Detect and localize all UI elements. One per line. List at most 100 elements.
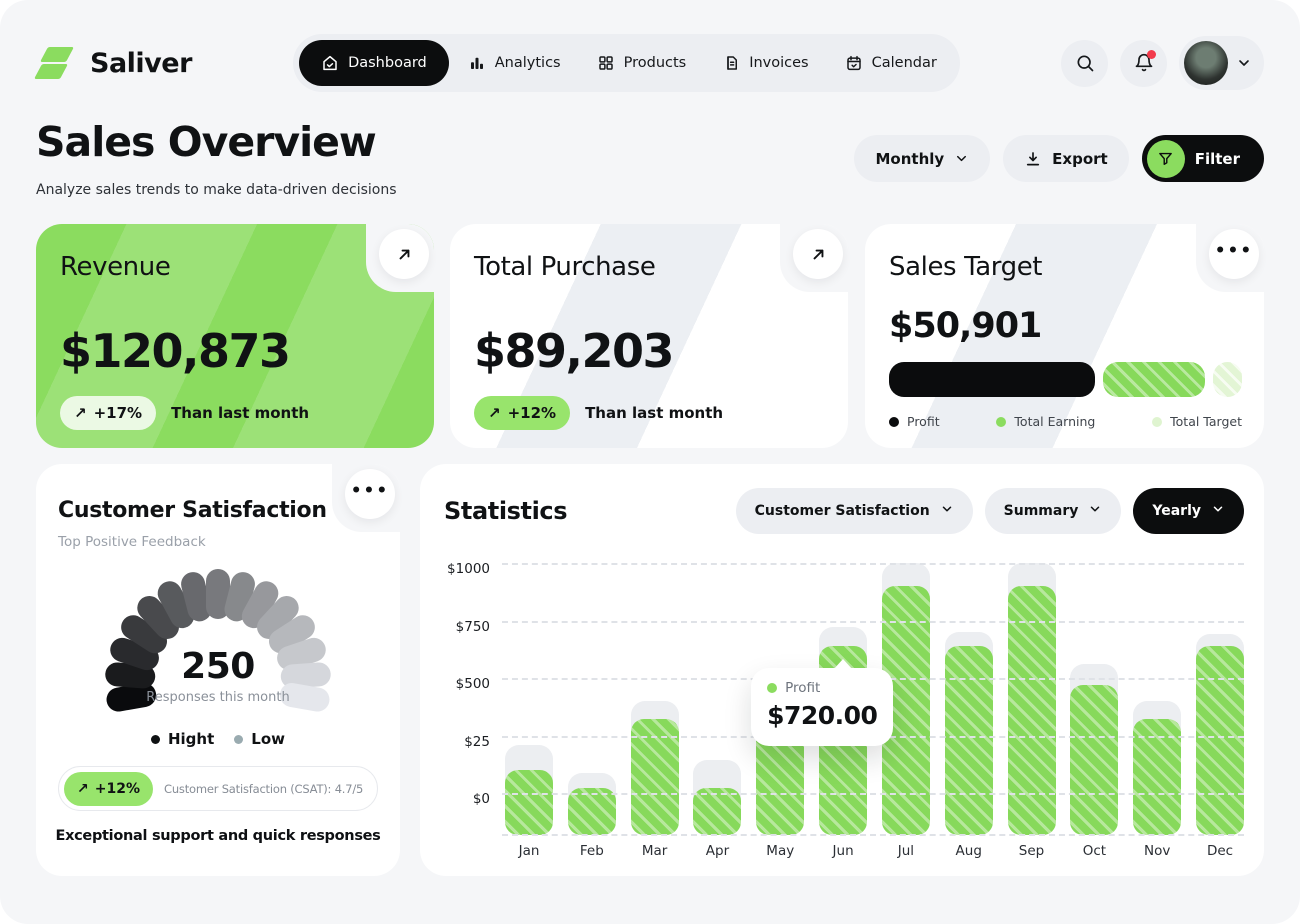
tooltip-header: Profit <box>767 680 877 696</box>
sales-target-value: $50,901 <box>889 306 1041 346</box>
arrow-up-right-icon <box>395 245 414 264</box>
notifications-button[interactable] <box>1120 40 1167 87</box>
export-button[interactable]: Export <box>1003 135 1129 182</box>
gauge-caption: Responses this month <box>83 690 353 705</box>
total-purchase-delta-badge: ↗ +12% <box>474 396 570 430</box>
filter-summary[interactable]: Summary <box>985 488 1122 534</box>
sales-target-menu-button[interactable]: ••• <box>1209 229 1259 279</box>
chart-x-labels: JanFebMarAprMayJunJulAugSepOctNovDec <box>505 843 1244 863</box>
nav-item-calendar[interactable]: Calendar <box>828 40 954 86</box>
satisfaction-title: Customer Satisfaction <box>58 498 327 523</box>
user-menu[interactable] <box>1179 36 1264 90</box>
primary-nav: Dashboard Analytics Products Invoices Calend… <box>293 34 960 92</box>
satisfaction-menu-button[interactable]: ••• <box>345 469 395 519</box>
x-axis-label: Jul <box>882 843 930 859</box>
satisfaction-legend-low: Low <box>234 730 285 748</box>
search-icon <box>1075 53 1095 73</box>
profit-dot-icon <box>767 683 777 693</box>
legend-label: Hight <box>168 730 214 748</box>
y-axis-tick: $0 <box>444 791 490 807</box>
bar-profit <box>568 788 616 835</box>
csat-summary-pill: ↗ +12% Customer Satisfaction (CSAT): 4.7… <box>58 766 378 811</box>
saliver-logo-icon <box>36 45 78 81</box>
target-segment-total-earning <box>1103 362 1205 397</box>
statistics-chart: Profit$720.00 JanFebMarAprMayJunJulAugSe… <box>444 563 1244 835</box>
nav-item-label: Analytics <box>495 55 561 71</box>
satisfaction-legend-hight: Hight <box>151 730 214 748</box>
nav-item-dashboard[interactable]: Dashboard <box>299 40 449 86</box>
header-actions <box>1061 36 1264 90</box>
avatar <box>1184 41 1228 85</box>
filter-yearly[interactable]: Yearly <box>1133 488 1244 534</box>
period-label: Monthly <box>875 150 944 168</box>
legend-dot <box>1152 417 1162 427</box>
filter-label: Summary <box>1004 503 1079 519</box>
chart-tooltip: Profit $720.00 <box>751 668 893 746</box>
x-axis-line <box>502 834 1244 836</box>
sales-target-card: ••• Sales Target $50,901 ProfitTotal Ear… <box>865 224 1264 448</box>
nav-item-label: Products <box>624 55 687 71</box>
statistics-card: Statistics Customer SatisfactionSummaryY… <box>420 464 1264 876</box>
arrow-up-right-icon <box>809 245 828 264</box>
x-axis-label: Jun <box>819 843 867 859</box>
x-axis-label: Apr <box>693 843 741 859</box>
y-axis-tick: $1000 <box>444 561 490 577</box>
y-axis-tick: $750 <box>444 619 490 635</box>
legend-item-total-earning: Total Earning <box>996 414 1095 429</box>
nav-item-invoices[interactable]: Invoices <box>705 40 825 86</box>
filter-icon-circle <box>1147 140 1185 178</box>
invoices-icon <box>722 54 740 72</box>
total-purchase-delta-note: Than last month <box>585 404 723 422</box>
legend-dot <box>234 735 243 744</box>
app-window: Saliver Dashboard Analytics Products Invoic… <box>0 0 1300 924</box>
chevron-down-icon <box>954 151 969 166</box>
legend-dot <box>889 417 899 427</box>
bar-profit <box>1008 586 1056 835</box>
total-purchase-title: Total Purchase <box>474 252 655 282</box>
sales-target-title: Sales Target <box>889 252 1042 282</box>
legend-dot <box>151 735 160 744</box>
chevron-down-icon <box>1236 55 1252 71</box>
x-axis-label: Feb <box>568 843 616 859</box>
funnel-icon <box>1157 150 1174 167</box>
revenue-delta: +17% <box>94 404 142 422</box>
nav-item-analytics[interactable]: Analytics <box>451 40 578 86</box>
top-bar: Saliver Dashboard Analytics Products Invoic… <box>36 34 1264 92</box>
csat-delta-badge: ↗ +12% <box>64 772 153 806</box>
revenue-open-button[interactable] <box>379 229 429 279</box>
trend-up-icon: ↗ <box>74 404 87 422</box>
tooltip-value: $720.00 <box>767 701 877 730</box>
search-button[interactable] <box>1061 40 1108 87</box>
period-dropdown[interactable]: Monthly <box>854 135 990 182</box>
notification-dot <box>1147 50 1156 59</box>
filter-label: Customer Satisfaction <box>755 503 930 519</box>
statistics-filters: Customer Satisfaction Summary Yearly <box>736 488 1244 534</box>
legend-label: Total Target <box>1170 414 1242 429</box>
satisfaction-subtitle: Top Positive Feedback <box>58 534 206 550</box>
nav-item-label: Invoices <box>749 55 808 71</box>
legend-dot <box>996 417 1006 427</box>
bar-profit <box>693 788 741 835</box>
x-axis-label: Jan <box>505 843 553 859</box>
csat-score-text: Customer Satisfaction (CSAT): 4.7/5 <box>164 782 363 796</box>
satisfaction-footer: Exceptional support and quick responses <box>36 828 400 844</box>
filter-label: Yearly <box>1152 503 1201 519</box>
nav-item-products[interactable]: Products <box>580 40 704 86</box>
brand-logo: Saliver <box>36 45 192 81</box>
total-purchase-card: Total Purchase $89,203 ↗ +12% Than last … <box>450 224 848 448</box>
revenue-card: Revenue $120,873 ↗ +17% Than last month <box>36 224 434 448</box>
filter-button[interactable]: Filter <box>1142 135 1264 182</box>
legend-label: Low <box>251 730 285 748</box>
legend-item-total-target: Total Target <box>1152 414 1242 429</box>
csat-delta: +12% <box>95 781 140 797</box>
revenue-value: $120,873 <box>60 324 290 378</box>
x-axis-label: Mar <box>631 843 679 859</box>
sales-target-legend: ProfitTotal EarningTotal Target <box>889 414 1242 429</box>
grid-line <box>502 621 1244 623</box>
page-title: Sales Overview <box>36 118 376 166</box>
home-icon <box>321 54 339 72</box>
total-purchase-delta: +12% <box>508 404 556 422</box>
total-purchase-open-button[interactable] <box>793 229 843 279</box>
filter-customer-satisfaction[interactable]: Customer Satisfaction <box>736 488 973 534</box>
satisfaction-legend: Hight Low <box>36 730 400 748</box>
